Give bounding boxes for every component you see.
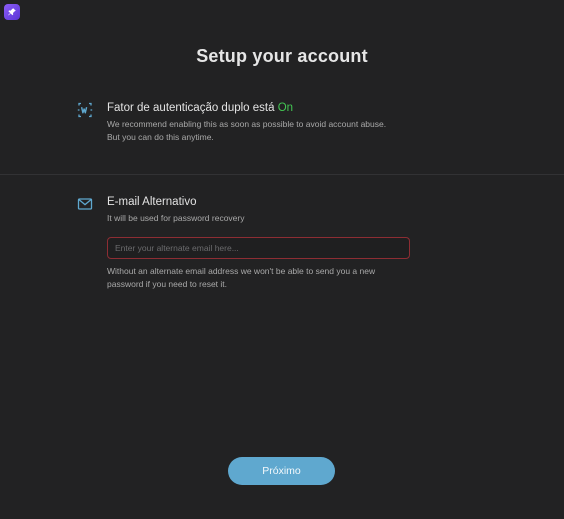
alternate-email-input[interactable]	[107, 237, 410, 259]
setup-account-page: Setup your account Fator de autenticação…	[0, 0, 564, 519]
next-button[interactable]: Próximo	[228, 457, 335, 485]
alternate-email-helper-line1: Without an alternate email address we wo…	[107, 266, 376, 276]
two-factor-heading: Fator de autenticação duplo está On	[107, 101, 427, 115]
mail-icon	[77, 198, 93, 210]
section-divider	[0, 174, 564, 175]
two-factor-status: On	[277, 102, 294, 114]
two-factor-shield-icon	[77, 102, 93, 118]
two-factor-description-line2: But you can do this anytime.	[107, 132, 214, 142]
app-badge-pin-icon[interactable]	[4, 4, 20, 20]
pin-icon	[8, 8, 16, 16]
two-factor-description: We recommend enabling this as soon as po…	[107, 118, 427, 144]
alternate-email-subtitle: It will be used for password recovery	[107, 213, 245, 223]
two-factor-description-line1: We recommend enabling this as soon as po…	[107, 119, 387, 129]
page-title: Setup your account	[196, 46, 368, 66]
alternate-email-body: E-mail Alternativo It will be used for p…	[107, 195, 427, 225]
two-factor-heading-text: Fator de autenticação duplo está	[107, 102, 275, 114]
alternate-email-heading: E-mail Alternativo	[107, 196, 197, 208]
two-factor-body: Fator de autenticação duplo está On We r…	[107, 101, 427, 144]
alternate-email-helper: Without an alternate email address we wo…	[107, 265, 427, 291]
alternate-email-helper-line2: password if you need to reset it.	[107, 279, 228, 289]
